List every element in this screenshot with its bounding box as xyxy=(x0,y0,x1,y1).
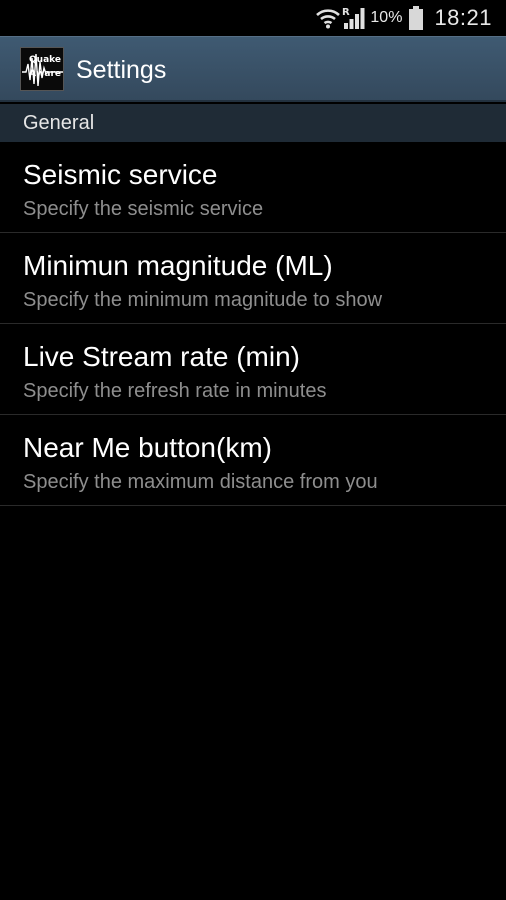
battery-icon xyxy=(408,5,424,31)
pref-minimum-magnitude[interactable]: Minimun magnitude (ML) Specify the minim… xyxy=(0,233,506,324)
clock: 18:21 xyxy=(434,5,492,30)
pref-live-stream-rate[interactable]: Live Stream rate (min) Specify the refre… xyxy=(0,324,506,415)
pref-title: Seismic service xyxy=(23,159,218,190)
status-bar: R 10% 18:21 xyxy=(0,0,506,36)
pref-title: Near Me button(km) xyxy=(23,432,272,463)
pref-title: Minimun magnitude (ML) xyxy=(23,250,333,281)
section-header-general: General xyxy=(0,104,506,142)
pref-summary: Specify the seismic service xyxy=(23,198,264,220)
wifi-icon xyxy=(315,5,341,31)
preferences-list: Seismic service Specify the seismic serv… xyxy=(0,142,506,506)
roaming-indicator: R xyxy=(342,7,350,18)
action-bar: Quake Aware Settings xyxy=(0,36,506,102)
page-title: Settings xyxy=(76,56,167,84)
logo-text-quake: Quake xyxy=(29,55,61,65)
pref-near-me-button[interactable]: Near Me button(km) Specify the maximum d… xyxy=(0,415,506,506)
pref-summary: Specify the minimum magnitude to show xyxy=(23,289,383,311)
pref-summary: Specify the maximum distance from you xyxy=(23,471,378,493)
pref-seismic-service[interactable]: Seismic service Specify the seismic serv… xyxy=(0,142,506,233)
logo-text-aware: Aware xyxy=(29,69,61,79)
quake-aware-logo-icon[interactable]: Quake Aware xyxy=(20,47,64,91)
status-indicators: R 10% 18:21 xyxy=(315,0,492,36)
pref-title: Live Stream rate (min) xyxy=(23,341,300,372)
pref-summary: Specify the refresh rate in minutes xyxy=(23,380,327,402)
settings-screen: R 10% 18:21 Quake Aware Settings General… xyxy=(0,0,506,900)
signal-icon: R xyxy=(341,5,367,31)
battery-percent: 10% xyxy=(370,9,403,26)
